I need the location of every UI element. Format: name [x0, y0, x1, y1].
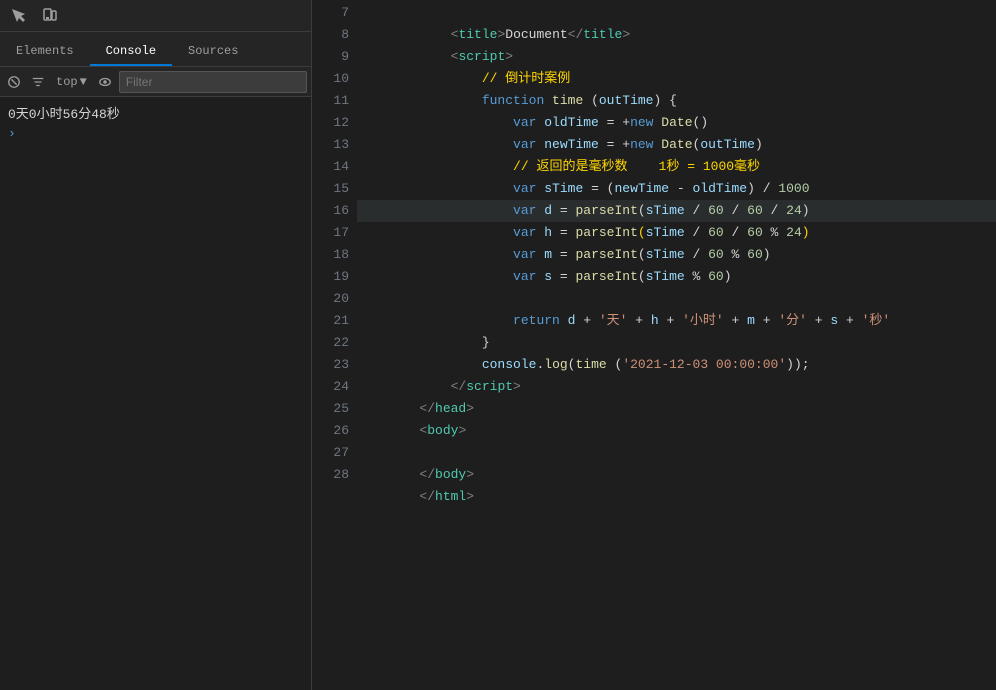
console-arrow-icon[interactable]: ›: [8, 126, 16, 141]
console-result-line: 0天0小时56分48秒: [8, 101, 303, 124]
console-toolbar: top ▼: [0, 67, 311, 97]
device-icon[interactable]: [38, 5, 60, 27]
console-result-text: 0天0小时56分48秒: [8, 103, 120, 122]
clear-console-icon[interactable]: [4, 72, 24, 92]
code-editor: 7 8 9 10 11 12 13 14 15 16 17 18 19 20 2…: [312, 0, 996, 690]
devtools-tabs: Elements Console Sources: [0, 32, 311, 67]
code-panel: 7 8 9 10 11 12 13 14 15 16 17 18 19 20 2…: [312, 0, 996, 690]
tab-sources[interactable]: Sources: [172, 38, 254, 66]
code-line-20: return d + '天' + h + '小时' + m + '分' + s …: [357, 288, 996, 310]
code-line-7: <title>Document</title>: [357, 2, 996, 24]
line-numbers: 7 8 9 10 11 12 13 14 15 16 17 18 19 20 2…: [312, 0, 357, 690]
inspect-icon[interactable]: [8, 5, 30, 27]
code-content: <title>Document</title> <script> // 倒计时案…: [357, 0, 996, 690]
tab-elements[interactable]: Elements: [0, 38, 90, 66]
devtools-panel: Elements Console Sources top ▼: [0, 0, 312, 690]
console-prompt-line: ›: [8, 124, 303, 143]
top-selector[interactable]: top ▼: [52, 73, 91, 91]
eye-icon[interactable]: [95, 72, 115, 92]
devtools-icon-toolbar: [0, 0, 311, 32]
filter-input[interactable]: [119, 71, 307, 93]
console-output: 0天0小时56分48秒 ›: [0, 97, 311, 690]
chevron-down-icon: ▼: [80, 75, 87, 89]
code-line-27: </body>: [357, 442, 996, 464]
top-label: top: [56, 75, 78, 89]
filter-icon[interactable]: [28, 72, 48, 92]
tab-console[interactable]: Console: [90, 38, 172, 66]
